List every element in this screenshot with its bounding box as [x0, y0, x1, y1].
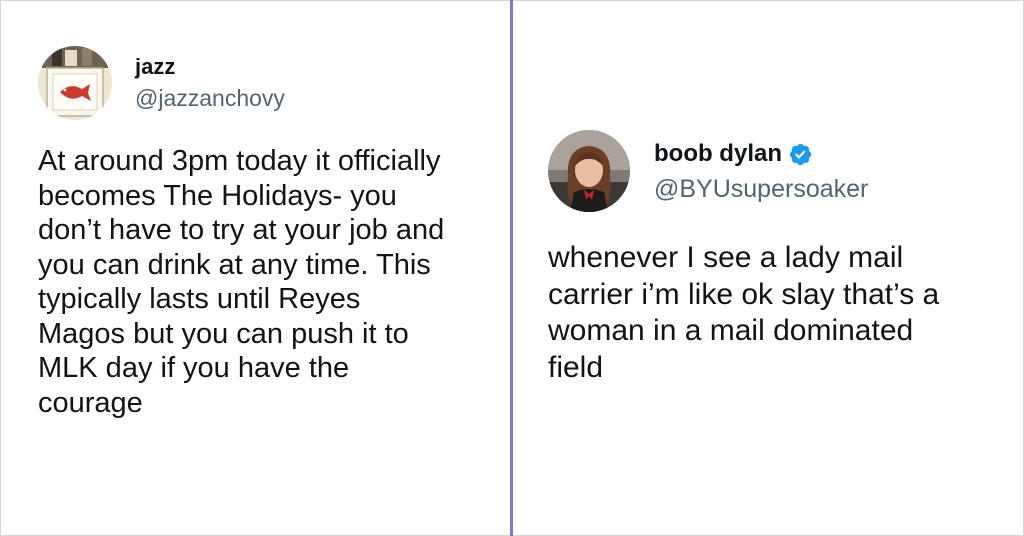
fish-picture-avatar[interactable] — [38, 46, 112, 120]
user-handle[interactable]: @BYUsupersoaker — [654, 174, 868, 204]
tweet-author: boob dylan @BYUsupersoaker — [654, 140, 868, 204]
display-name[interactable]: boob dylan — [654, 140, 782, 168]
display-name-row: jazz — [135, 54, 285, 80]
tweet-text: At around 3pm today it officially become… — [38, 145, 445, 419]
person-avatar-icon — [548, 130, 630, 212]
tweet-card-left: jazz @jazzanchovy At around 3pm today it… — [38, 46, 498, 420]
tweet-collage: jazz @jazzanchovy At around 3pm today it… — [0, 0, 1024, 536]
panel-divider — [510, 0, 513, 536]
tweet-card-right: boob dylan @BYUsupersoaker whenever I se… — [548, 130, 1018, 386]
fish-avatar-icon — [38, 46, 112, 120]
verified-badge-icon — [788, 142, 813, 167]
tweet-text: whenever I see a lady mail carrier i’m l… — [548, 241, 940, 384]
tweet-author: jazz @jazzanchovy — [135, 54, 285, 112]
display-name-row: boob dylan — [654, 140, 868, 168]
display-name[interactable]: jazz — [135, 54, 175, 80]
tweet-header: jazz @jazzanchovy — [38, 46, 498, 120]
tweet-header: boob dylan @BYUsupersoaker — [548, 130, 1018, 212]
user-handle[interactable]: @jazzanchovy — [135, 84, 285, 112]
person-photo-avatar[interactable] — [548, 130, 630, 212]
